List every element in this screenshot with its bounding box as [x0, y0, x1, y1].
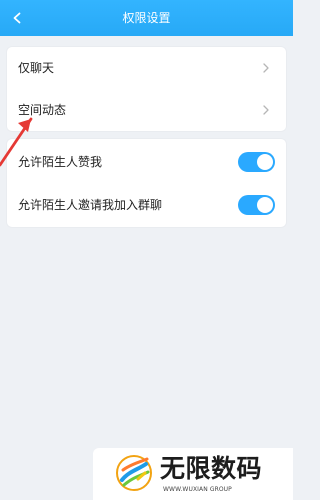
setting-row-space-feed[interactable]: 空间动态 — [7, 89, 286, 131]
setting-label-space-feed: 空间动态 — [18, 103, 67, 117]
page-title: 权限设置 — [122, 11, 171, 25]
chevron-right-icon — [263, 63, 269, 73]
setting-row-chat-only[interactable]: 仅聊天 — [7, 47, 286, 89]
setting-row-allow-stranger-like: 允许陌生人赞我 — [7, 141, 286, 183]
chevron-right-icon — [263, 105, 269, 115]
settings-group-2: 允许陌生人赞我 允许陌生人邀请我加入群聊 — [7, 139, 286, 227]
setting-label-chat-only: 仅聊天 — [18, 61, 55, 75]
watermark-logo: 无限数码 WWW.WUXIAN GROUP — [93, 448, 293, 500]
brand-url: WWW.WUXIAN GROUP — [163, 486, 232, 493]
toggle-allow-stranger-like[interactable] — [238, 152, 275, 172]
toggle-allow-stranger-invite[interactable] — [238, 195, 275, 215]
setting-row-allow-stranger-invite: 允许陌生人邀请我加入群聊 — [7, 184, 286, 226]
settings-group-1: 仅聊天 空间动态 — [7, 47, 286, 131]
header-bar: 权限设置 — [0, 0, 293, 36]
setting-label-allow-stranger-like: 允许陌生人赞我 — [18, 155, 103, 169]
brand-logo-icon — [116, 455, 152, 491]
setting-label-allow-stranger-invite: 允许陌生人邀请我加入群聊 — [18, 198, 163, 212]
brand-name: 无限数码 — [160, 454, 263, 483]
